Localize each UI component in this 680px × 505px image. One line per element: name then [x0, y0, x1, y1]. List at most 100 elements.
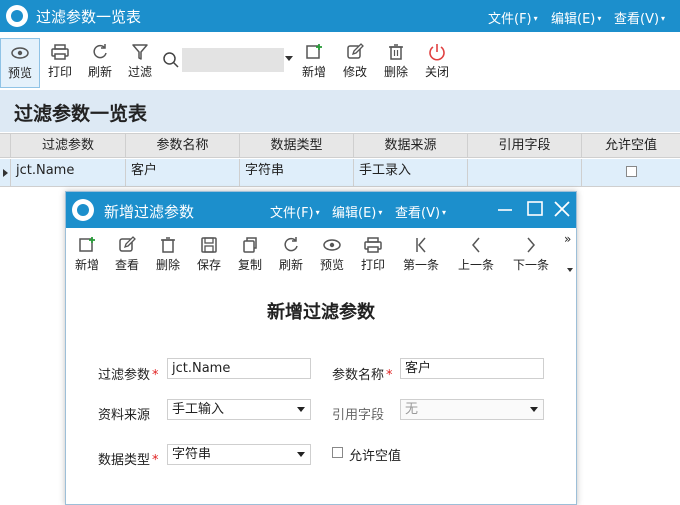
- dialog-menu-file[interactable]: 文件(F) ▾: [270, 202, 320, 221]
- edit-button[interactable]: 修改: [335, 38, 375, 88]
- search-group: [162, 48, 297, 72]
- refresh-icon: [284, 237, 298, 252]
- ref-field-select[interactable]: 无: [400, 399, 544, 420]
- grid-header: 过滤参数 参数名称 数据类型 数据来源 引用字段 允许空值: [0, 133, 680, 158]
- dialog-copy-button[interactable]: 复制: [231, 232, 269, 280]
- dialog-delete-button[interactable]: 删除: [149, 232, 187, 280]
- trash-icon: [389, 44, 403, 60]
- more-icon[interactable]: »: [564, 232, 571, 246]
- chevron-left-icon: [472, 237, 480, 253]
- new-filter-param-dialog: 新增过滤参数 文件(F) ▾ 编辑(E) ▾ 查看(V) ▾ 新增 查看 删除 保存 …: [65, 191, 577, 505]
- refresh-button[interactable]: 刷新: [80, 38, 120, 88]
- menu-caret-icon: ▾: [661, 14, 666, 23]
- trash-icon: [161, 237, 175, 253]
- menu-caret-icon: ▾: [597, 14, 602, 23]
- menu-edit[interactable]: 编辑(E) ▾: [551, 8, 601, 27]
- add-icon: [79, 237, 95, 252]
- filter-icon: [132, 44, 148, 60]
- dialog-new-button[interactable]: 新增: [68, 232, 106, 280]
- filter-param-input[interactable]: jct.Name: [167, 358, 311, 379]
- required-mark: *: [152, 368, 159, 383]
- minimize-icon[interactable]: [494, 198, 516, 220]
- more-dropdown-icon[interactable]: [567, 268, 573, 272]
- dialog-title-bar[interactable]: 新增过滤参数 文件(F) ▾ 编辑(E) ▾ 查看(V) ▾: [66, 192, 576, 228]
- filter-button[interactable]: 过滤: [120, 38, 160, 88]
- chevron-down-icon: [297, 452, 305, 457]
- ref-field-label: 引用字段: [332, 408, 385, 423]
- col-header-param-name[interactable]: 参数名称: [125, 134, 239, 157]
- cell-param-name: 客户: [125, 159, 239, 186]
- dialog-logo-icon: [72, 199, 94, 221]
- cell-ref-field: [467, 159, 581, 186]
- row-indicator-icon: [3, 169, 8, 177]
- source-select[interactable]: 手工输入: [167, 399, 311, 420]
- data-type-select[interactable]: 字符串: [167, 444, 311, 465]
- page-title: 过滤参数一览表: [14, 103, 148, 125]
- prev-record-button[interactable]: 上一条: [453, 232, 499, 280]
- add-icon: [306, 44, 322, 59]
- filter-param-label: 过滤参数 *: [98, 368, 159, 383]
- cell-filter-param: jct.Name: [10, 159, 125, 186]
- app-logo-icon: [6, 5, 28, 27]
- maximize-icon[interactable]: [524, 198, 546, 220]
- preview-button[interactable]: 预览: [0, 38, 40, 88]
- allow-null-checkbox[interactable]: [332, 447, 343, 458]
- col-header-ref-field[interactable]: 引用字段: [467, 134, 581, 157]
- search-icon: [163, 52, 179, 68]
- refresh-icon: [93, 44, 107, 59]
- menu-caret-icon: ▾: [378, 208, 383, 217]
- main-toolbar: 预览 打印 刷新 过滤 新增 修改 删除 关闭: [0, 38, 680, 88]
- dialog-preview-button[interactable]: 预览: [313, 232, 351, 280]
- dialog-view-button[interactable]: 查看: [108, 232, 146, 280]
- close-icon[interactable]: [551, 198, 573, 220]
- first-record-icon: [416, 237, 426, 253]
- copy-icon: [243, 237, 257, 253]
- allow-null-checkbox[interactable]: [625, 166, 637, 177]
- chevron-down-icon: [297, 407, 305, 412]
- new-button[interactable]: 新增: [294, 38, 334, 88]
- menu-caret-icon: ▾: [442, 208, 447, 217]
- window-title: 过滤参数一览表: [36, 8, 142, 26]
- col-header-data-type[interactable]: 数据类型: [239, 134, 353, 157]
- required-mark: *: [386, 368, 393, 383]
- col-header-data-source[interactable]: 数据来源: [353, 134, 467, 157]
- search-input[interactable]: [182, 48, 284, 72]
- save-icon: [201, 237, 217, 253]
- dialog-refresh-button[interactable]: 刷新: [272, 232, 310, 280]
- search-dropdown-icon[interactable]: [285, 56, 293, 61]
- main-title-bar: 过滤参数一览表 文件(F) ▾ 编辑(E) ▾ 查看(V) ▾: [0, 0, 680, 32]
- cell-data-source: 手工录入: [353, 159, 467, 186]
- dialog-toolbar: 新增 查看 删除 保存 复制 刷新 预览 打印 第一条 上一条 下一条: [66, 232, 576, 280]
- eye-icon: [11, 47, 29, 59]
- cell-data-type: 字符串: [239, 159, 353, 186]
- param-name-input[interactable]: 客户: [400, 358, 544, 379]
- next-record-button[interactable]: 下一条: [508, 232, 554, 280]
- edit-icon: [119, 236, 136, 252]
- allow-null-label: 允许空值: [349, 449, 402, 464]
- delete-button[interactable]: 删除: [376, 38, 416, 88]
- edit-icon: [347, 43, 364, 59]
- first-record-button[interactable]: 第一条: [398, 232, 444, 280]
- dialog-save-button[interactable]: 保存: [190, 232, 228, 280]
- menu-view[interactable]: 查看(V) ▾: [614, 8, 665, 27]
- dialog-heading: 新增过滤参数: [267, 302, 375, 323]
- menu-file[interactable]: 文件(F) ▾: [488, 8, 538, 27]
- dialog-print-button[interactable]: 打印: [354, 232, 392, 280]
- eye-icon: [323, 239, 341, 251]
- data-type-label: 数据类型 *: [98, 453, 159, 468]
- chevron-down-icon: [530, 407, 538, 412]
- dialog-menu-edit[interactable]: 编辑(E) ▾: [332, 202, 382, 221]
- chevron-right-icon: [527, 237, 535, 253]
- print-button[interactable]: 打印: [40, 38, 80, 88]
- close-button[interactable]: 关闭: [417, 38, 457, 88]
- dialog-menu-view[interactable]: 查看(V) ▾: [395, 202, 446, 221]
- col-header-filter-param[interactable]: 过滤参数: [10, 134, 125, 157]
- power-icon: [429, 44, 445, 61]
- menu-caret-icon: ▾: [533, 14, 538, 23]
- required-mark: *: [152, 453, 159, 468]
- table-row[interactable]: jct.Name 客户 字符串 手工录入: [0, 159, 680, 187]
- printer-icon: [364, 237, 382, 253]
- cell-allow-null: [581, 159, 680, 186]
- param-name-label: 参数名称 *: [332, 368, 393, 383]
- col-header-allow-null[interactable]: 允许空值: [581, 134, 680, 157]
